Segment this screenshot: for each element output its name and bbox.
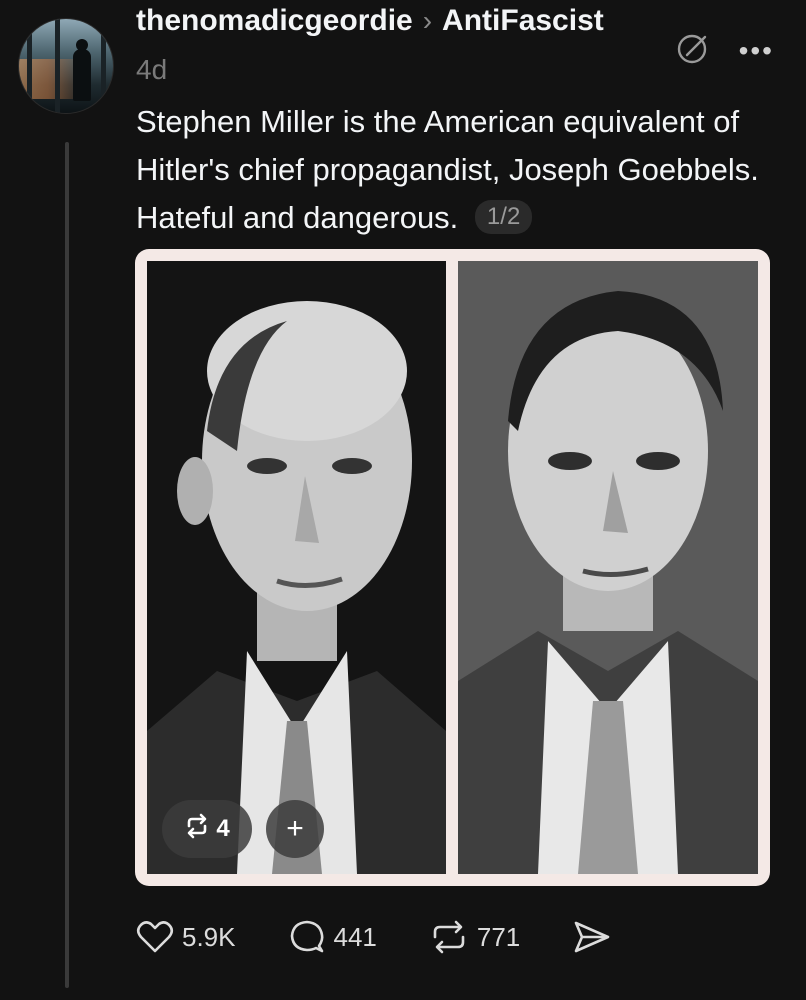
- post-body: Stephen Miller is the American equivalen…: [136, 98, 776, 242]
- post-text: Stephen Miller is the American equivalen…: [136, 104, 759, 235]
- thread-line: [65, 142, 69, 988]
- edit-icon[interactable]: [675, 30, 711, 71]
- repost-button[interactable]: 771: [429, 918, 520, 956]
- avatar[interactable]: [18, 18, 114, 114]
- comment-icon: [288, 918, 326, 956]
- more-icon[interactable]: •••: [739, 36, 774, 65]
- send-icon: [572, 919, 612, 955]
- community-name[interactable]: AntiFascist: [442, 4, 604, 38]
- post-header: thenomadicgeordie › AntiFascist: [136, 4, 604, 38]
- chevron-right-icon: ›: [422, 5, 433, 36]
- like-count: 5.9K: [182, 921, 236, 952]
- add-button[interactable]: +: [266, 800, 324, 858]
- reply-button[interactable]: 441: [288, 918, 377, 956]
- page-indicator: 1/2: [474, 200, 533, 234]
- repost-count: 771: [476, 921, 521, 952]
- reply-count: 441: [333, 921, 377, 952]
- photo-left[interactable]: [147, 261, 446, 874]
- post-time: 4d: [136, 54, 168, 85]
- repost-badge-count: 4: [216, 815, 230, 842]
- like-button[interactable]: 5.9K: [136, 919, 236, 955]
- action-bar: 5.9K 441 771: [136, 918, 664, 956]
- media-carousel[interactable]: [135, 249, 770, 886]
- repost-badge-icon: [184, 813, 210, 846]
- repost-badge[interactable]: 4: [162, 800, 252, 858]
- heart-icon: [136, 919, 174, 955]
- share-button[interactable]: [572, 919, 612, 955]
- repost-icon: [429, 918, 469, 956]
- photo-right[interactable]: [458, 261, 758, 874]
- author-name[interactable]: thenomadicgeordie: [136, 4, 413, 38]
- post-menu-icons: •••: [675, 30, 774, 71]
